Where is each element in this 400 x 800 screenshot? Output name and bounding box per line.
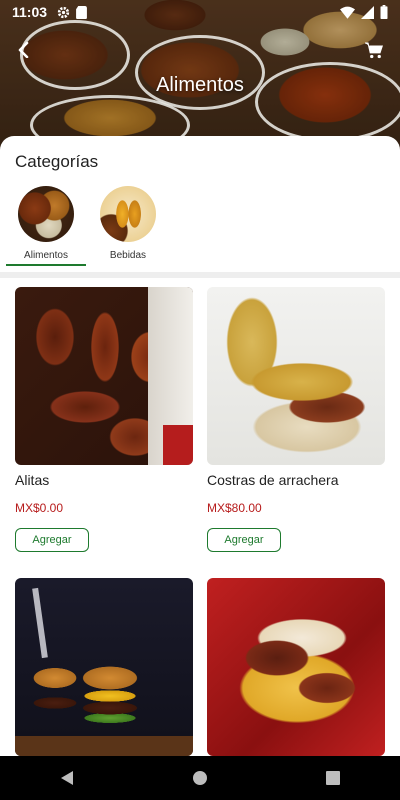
product-card[interactable]: Alitas MX$0.00 Agregar (15, 287, 193, 552)
product-card[interactable] (207, 578, 385, 756)
product-card[interactable]: Costras de arrachera MX$80.00 Agregar (207, 287, 385, 552)
recents-square-icon (326, 771, 341, 785)
category-alimentos-image (18, 186, 74, 242)
signal-icon (361, 5, 374, 19)
category-label: Alimentos (24, 250, 68, 261)
system-navbar (0, 756, 400, 800)
product-image (207, 287, 385, 465)
back-triangle-icon (60, 771, 73, 785)
section-divider (0, 272, 400, 278)
add-button[interactable]: Agregar (15, 528, 89, 552)
category-bebidas-image (100, 186, 156, 242)
gear-icon (57, 6, 70, 18)
nav-home-button[interactable] (180, 758, 220, 798)
product-price: MX$80.00 (207, 501, 262, 515)
category-bebidas[interactable]: Bebidas (88, 186, 168, 261)
home-circle-icon (192, 771, 207, 785)
add-button[interactable]: Agregar (207, 528, 281, 552)
product-image (207, 578, 385, 756)
product-name: Alitas (15, 472, 50, 488)
categories-title: Categorías (15, 152, 99, 171)
back-button[interactable] (12, 38, 36, 62)
product-image (15, 578, 193, 756)
battery-icon (380, 5, 388, 19)
wifi-icon (340, 6, 355, 19)
nav-recents-button[interactable] (313, 758, 353, 798)
back-arrow-icon (18, 42, 29, 58)
content-sheet: Categorías Alimentos Bebidas Alitas MX$0… (0, 136, 400, 756)
category-alimentos[interactable]: Alimentos (6, 186, 86, 261)
plate-decoration (135, 35, 265, 110)
product-card[interactable] (15, 578, 193, 756)
nav-back-button[interactable] (47, 758, 87, 798)
product-name: Costras de arrachera (207, 472, 339, 488)
sd-card-icon (76, 5, 87, 19)
category-selected-indicator (6, 264, 86, 266)
product-price: MX$0.00 (15, 501, 64, 515)
status-time: 11:03 (12, 4, 48, 20)
cart-button[interactable] (362, 38, 386, 62)
page-title: Alimentos (156, 74, 244, 96)
status-bar: 11:03 (0, 0, 400, 24)
product-image (15, 287, 193, 465)
category-label: Bebidas (109, 250, 147, 261)
cart-icon (365, 41, 383, 58)
